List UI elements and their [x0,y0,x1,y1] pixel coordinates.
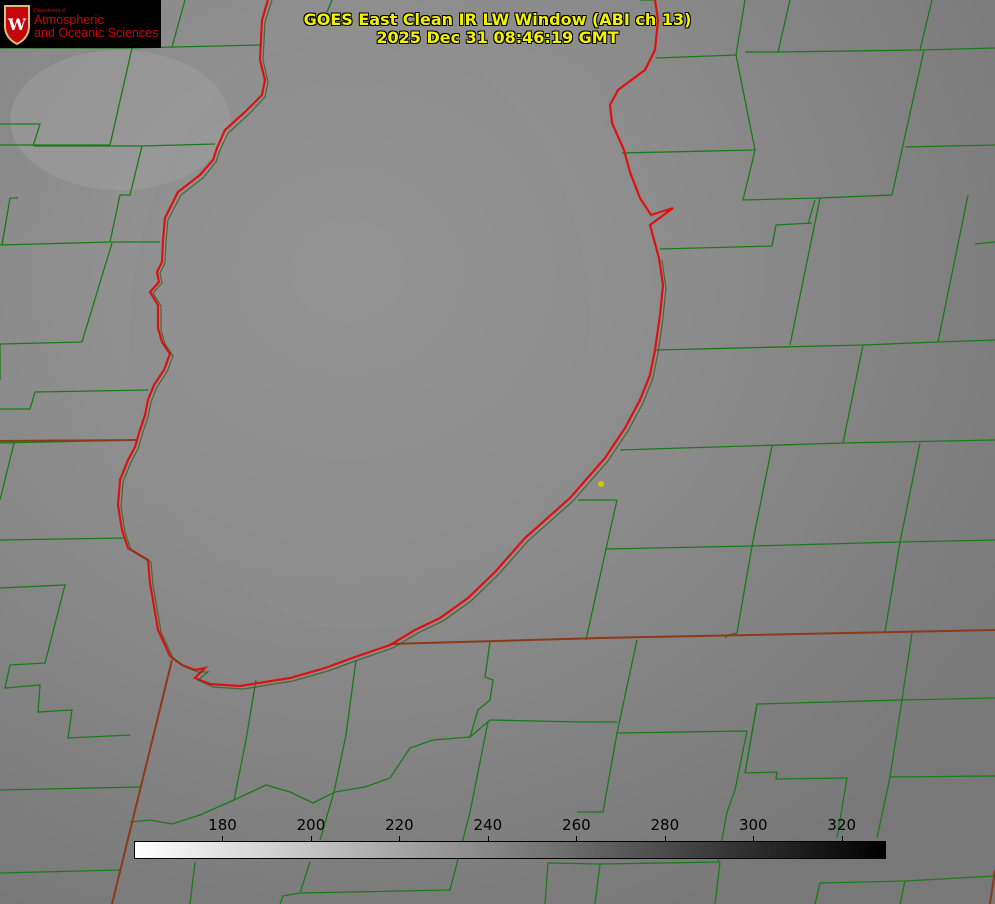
crest-icon: W [4,5,30,46]
image-title: GOES East Clean IR LW Window (ABI ch 13)… [300,11,695,47]
colorbar-tick-label: 260 [562,816,591,834]
colorbar-tick-label: 300 [738,816,768,834]
bright-patch [10,50,230,190]
colorbar-tick-label: 180 [208,816,237,834]
colorbar-tick-label: 220 [385,816,414,834]
colorbar-tick-label: 240 [473,816,503,834]
uw-aos-logo: W Department of Atmospheric and Oceanic … [0,0,161,48]
title-timestamp: 2025 Dec 31 08:46:19 GMT [376,28,619,47]
temperature-colorbar [134,841,886,859]
colorbar-tick-label: 280 [650,816,680,834]
logo-text: Department of Atmospheric and Oceanic Sc… [34,8,158,40]
title-line-1: GOES East Clean IR LW Window (ABI ch 13) [303,10,692,29]
logo-line-2: and Oceanic Sciences [34,26,159,40]
location-marker [598,481,604,487]
satellite-map [0,0,995,904]
colorbar-tick-label: 320 [827,816,857,834]
colorbar-tick-label: 200 [296,816,326,834]
svg-text:W: W [7,15,27,34]
